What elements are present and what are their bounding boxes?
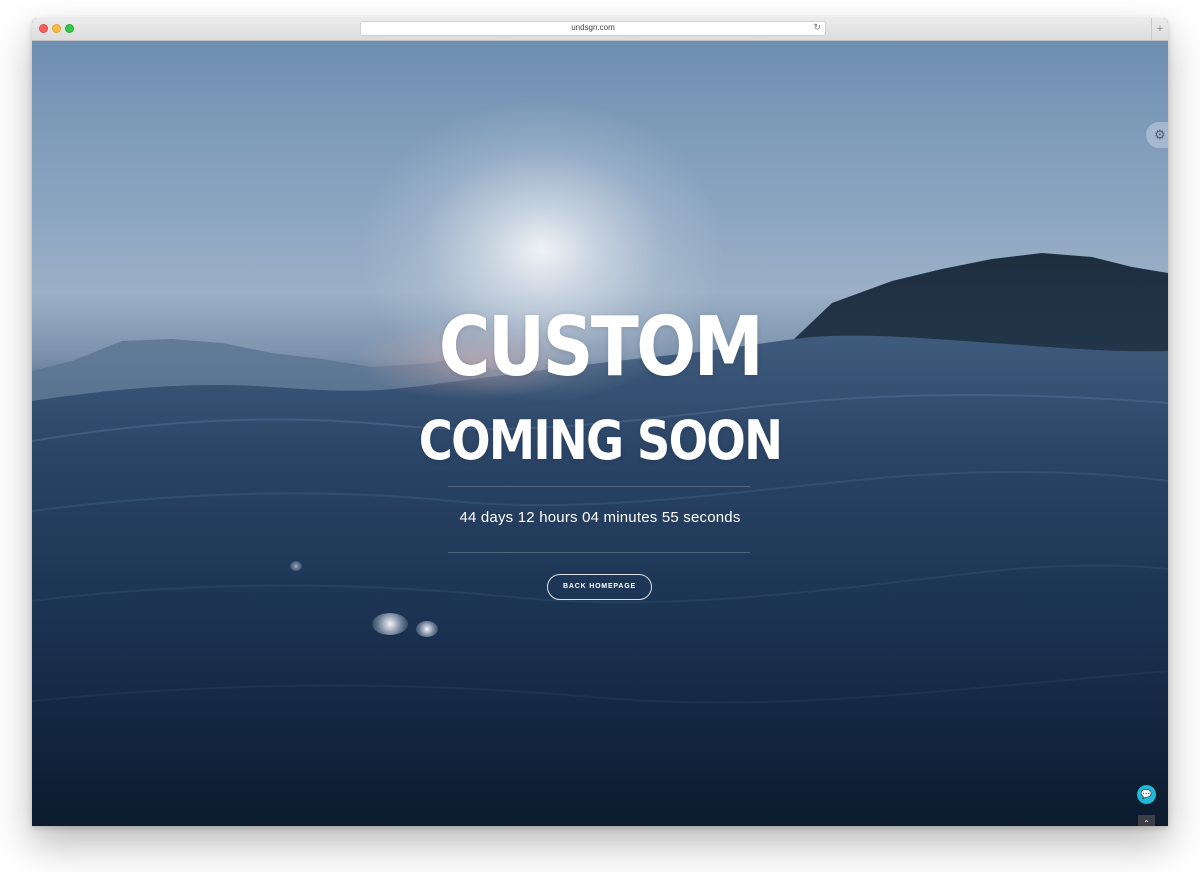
back-homepage-button[interactable]: BACK HOMEPAGE bbox=[547, 574, 652, 600]
countdown-timer: 44 days 12 hours 04 minutes 55 seconds bbox=[459, 509, 741, 526]
zoom-window-button[interactable] bbox=[65, 24, 74, 33]
reload-icon[interactable]: ↻ bbox=[813, 22, 821, 33]
title-bar: undsgn.com ↻ + bbox=[32, 18, 1168, 41]
water-sparkle bbox=[372, 613, 408, 635]
chat-icon[interactable]: 💬 bbox=[1137, 785, 1156, 804]
water-sparkle bbox=[416, 621, 438, 637]
gear-icon[interactable]: ⚙ bbox=[1146, 122, 1168, 148]
page-viewport: CUSTOM COMING SOON 44 days 12 hours 04 m… bbox=[32, 41, 1168, 826]
divider-top bbox=[448, 486, 750, 487]
address-bar-url: undsgn.com bbox=[571, 23, 615, 32]
hero-title: CUSTOM bbox=[438, 300, 764, 395]
minimize-window-button[interactable] bbox=[52, 24, 61, 33]
new-tab-button[interactable]: + bbox=[1151, 18, 1168, 40]
hero-subtitle: COMING SOON bbox=[418, 409, 783, 472]
close-window-button[interactable] bbox=[39, 24, 48, 33]
chevron-up-icon[interactable]: ⌃ bbox=[1138, 815, 1155, 826]
address-bar[interactable]: undsgn.com ↻ bbox=[360, 21, 826, 36]
browser-window: undsgn.com ↻ + CUSTOM COMING SOON 44 day… bbox=[32, 18, 1168, 826]
water-sparkle bbox=[290, 561, 302, 571]
divider-bottom bbox=[448, 552, 750, 553]
